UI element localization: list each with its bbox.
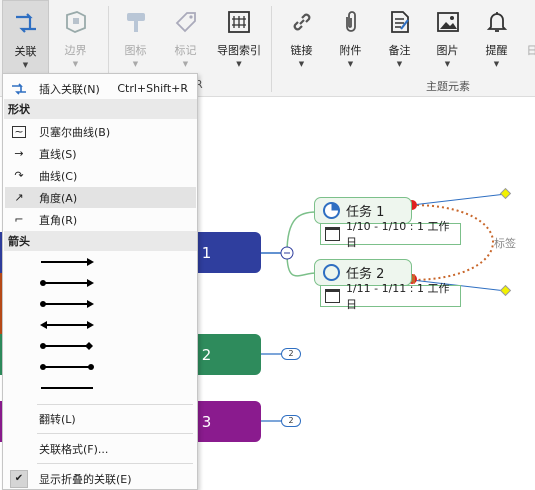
- menu-item-flip[interactable]: 翻转(L): [5, 408, 196, 429]
- collapsed-count-badge[interactable]: 2: [281, 415, 301, 427]
- menu-item-right-angle[interactable]: ⌐ 直角(R): [5, 209, 196, 230]
- arrow-style-dot-arrow[interactable]: [39, 278, 95, 288]
- arrow-style-end-arrow[interactable]: [39, 257, 95, 267]
- link-icon: [286, 6, 318, 38]
- bell-icon: [481, 6, 513, 38]
- relationship-dropdown-menu: 插入关联(N) Ctrl+Shift+R 形状 ~ 贝塞尔曲线(B) → 直线(…: [2, 73, 198, 490]
- menu-header-shape: 形状: [4, 99, 197, 119]
- progress-empty-icon: [323, 264, 340, 281]
- menu-item-relationship-format[interactable]: 关联格式(F)...: [5, 438, 196, 459]
- task-2-date[interactable]: 1/11 - 1/11 : 1 工作日: [320, 282, 461, 311]
- link-button[interactable]: 链接 ▼: [278, 0, 325, 75]
- menu-item-insert-relationship[interactable]: 插入关联(N) Ctrl+Shift+R: [5, 78, 196, 99]
- bezier-curve-icon: ~: [12, 124, 26, 138]
- arrow-style-dot-arrow-2[interactable]: [39, 299, 95, 309]
- calendar-icon: [325, 227, 340, 241]
- relationship-button[interactable]: 关联 ▼: [2, 0, 49, 75]
- tag-icon: [170, 6, 202, 38]
- right-angle-icon: ⌐: [14, 213, 24, 226]
- arrow-style-dot-diamond[interactable]: [39, 341, 95, 351]
- progress-quarter-icon: [323, 202, 340, 219]
- reminder-button[interactable]: 提醒 ▼: [473, 0, 520, 75]
- control-handle-1: [499, 187, 512, 200]
- map-index-icon: [223, 6, 255, 38]
- task-1-date[interactable]: 1/10 - 1/10 : 1 工作日: [320, 220, 461, 249]
- date-button[interactable]: 日: [522, 0, 535, 75]
- arrow-style-none[interactable]: [39, 383, 95, 393]
- marker-icon: [120, 6, 152, 38]
- picture-button[interactable]: 图片 ▼: [424, 0, 471, 75]
- menu-item-straight[interactable]: → 直线(S): [5, 143, 196, 164]
- arrow-style-double-arrow[interactable]: [39, 320, 95, 330]
- note-button[interactable]: 备注 ▼: [376, 0, 423, 75]
- relationship-icon: [5, 82, 33, 96]
- note-icon: [384, 6, 416, 38]
- collapsed-count-badge[interactable]: 2: [281, 348, 301, 360]
- attachment-icon: [335, 6, 367, 38]
- angle-line-icon: ↗: [14, 191, 24, 204]
- boundary-icon: [60, 6, 92, 38]
- curve-icon: ↷: [14, 169, 24, 182]
- picture-icon: [432, 6, 464, 38]
- boundary-button[interactable]: 边界 ▼: [52, 0, 99, 75]
- relationship-label[interactable]: 标签: [494, 235, 516, 251]
- calendar-icon: [325, 289, 340, 303]
- relationship-icon: [10, 7, 42, 39]
- menu-item-bezier[interactable]: ~ 贝塞尔曲线(B): [5, 121, 196, 142]
- control-handle-2: [499, 284, 512, 297]
- menu-item-angle[interactable]: ↗ 角度(A): [5, 187, 196, 208]
- menu-item-curve[interactable]: ↷ 曲线(C): [5, 165, 196, 186]
- straight-line-icon: →: [14, 147, 24, 160]
- branch-line-task1: [286, 211, 317, 254]
- checkmark-icon: ✔: [10, 469, 28, 488]
- map-index-button[interactable]: 导图索引 ▼: [212, 0, 266, 75]
- marker-button[interactable]: 图标 ▼: [112, 0, 159, 75]
- menu-item-show-folded-relationships[interactable]: ✔ 显示折叠的关联(E): [5, 468, 196, 489]
- date-icon: [516, 6, 535, 38]
- tag-button[interactable]: 标记 ▼: [162, 0, 209, 75]
- group-label-topic: 主题元素: [426, 80, 470, 93]
- control-line-1: [411, 193, 507, 206]
- app-window: 关联 ▼ 边界 ▼ 图标 ▼ 标记 ▼ 导图索引 ▼ 链接 ▼ 附件 ▼ 备注 …: [0, 0, 535, 490]
- arrow-style-dot-dot[interactable]: [39, 362, 95, 372]
- attachment-button[interactable]: 附件 ▼: [327, 0, 374, 75]
- menu-header-arrow: 箭头: [4, 231, 197, 251]
